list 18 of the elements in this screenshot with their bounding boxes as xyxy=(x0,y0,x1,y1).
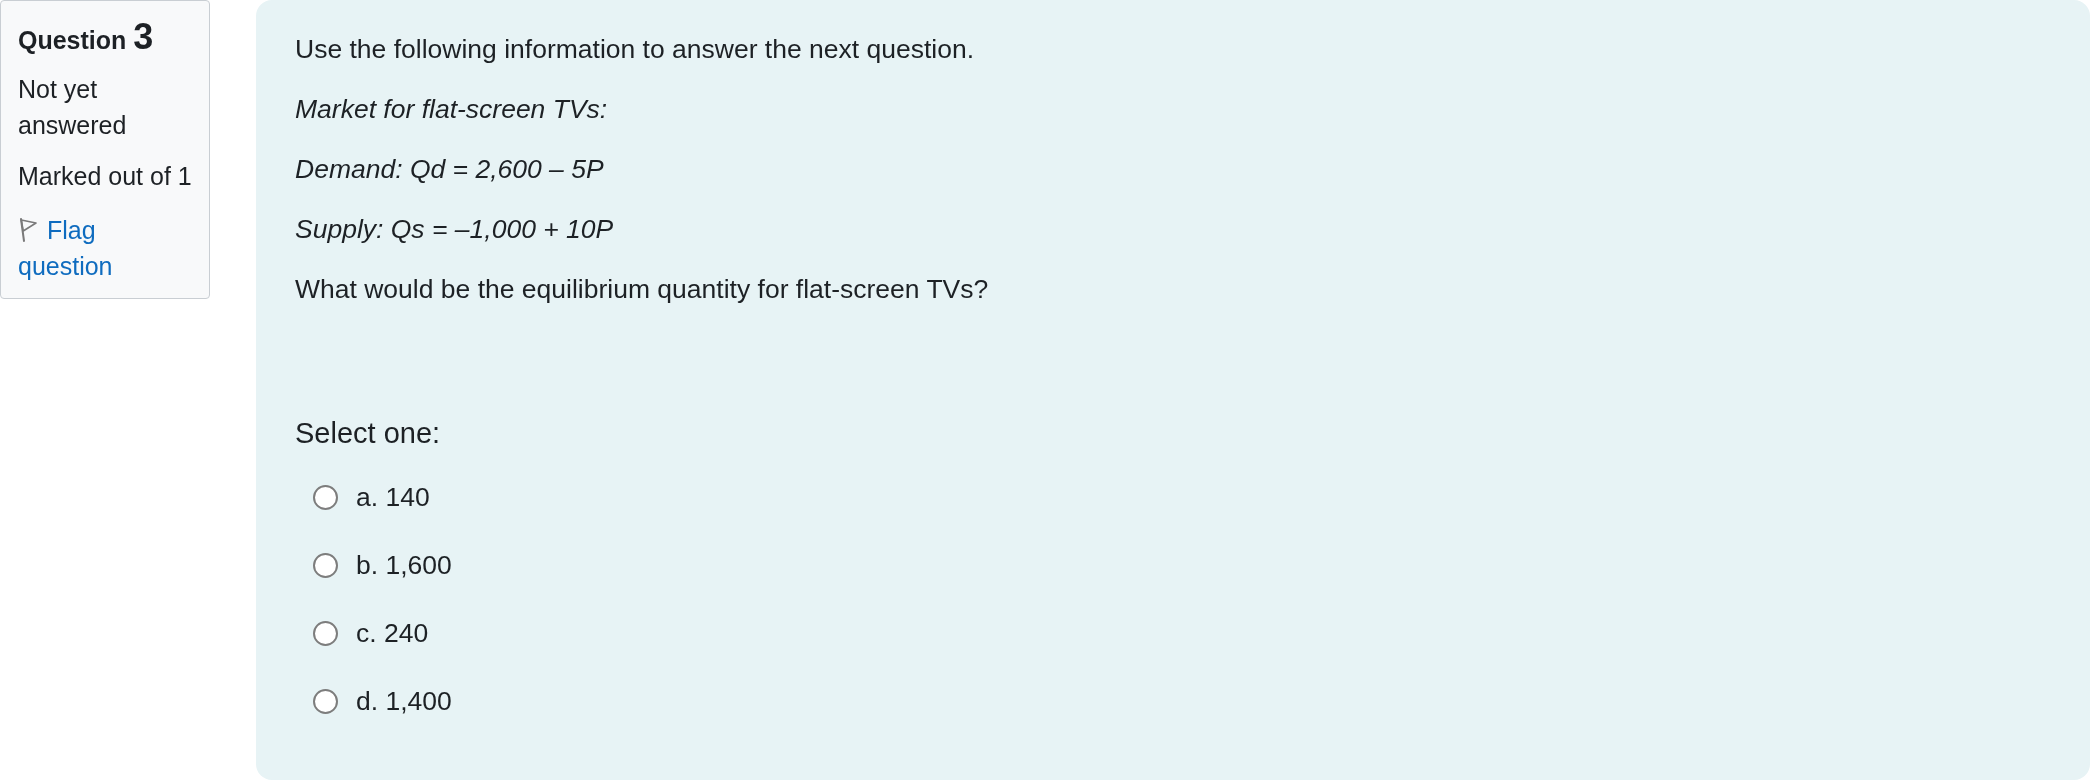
question-status: Not yet answered xyxy=(18,74,128,141)
question-text: Use the following information to answer the next question. xyxy=(295,33,976,66)
question-text: Demand: Qd = 2,600 – 5P xyxy=(295,153,605,186)
answer-option[interactable]: d. 1,400 xyxy=(356,683,452,719)
answer-prompt: Select one: xyxy=(295,416,442,451)
question-text: Market for flat-screen TVs: xyxy=(295,93,609,126)
question-number: Question 3 xyxy=(18,15,155,59)
flag-question-link[interactable]: Flag question xyxy=(18,212,168,284)
question-text: What would be the equilibrium quantity for flat-screen TVs? xyxy=(295,273,990,306)
radio-button[interactable] xyxy=(313,552,338,578)
radio-button[interactable] xyxy=(313,620,338,646)
answer-option[interactable]: a. 140 xyxy=(356,479,430,515)
radio-button[interactable] xyxy=(313,484,338,510)
answer-option[interactable]: b. 1,600 xyxy=(356,547,452,583)
question-grade: Marked out of 1 xyxy=(18,161,193,192)
radio-button[interactable] xyxy=(313,688,338,714)
question-text: Supply: Qs = –1,000 + 10P xyxy=(295,213,615,246)
answer-option[interactable]: c. 240 xyxy=(356,615,429,651)
